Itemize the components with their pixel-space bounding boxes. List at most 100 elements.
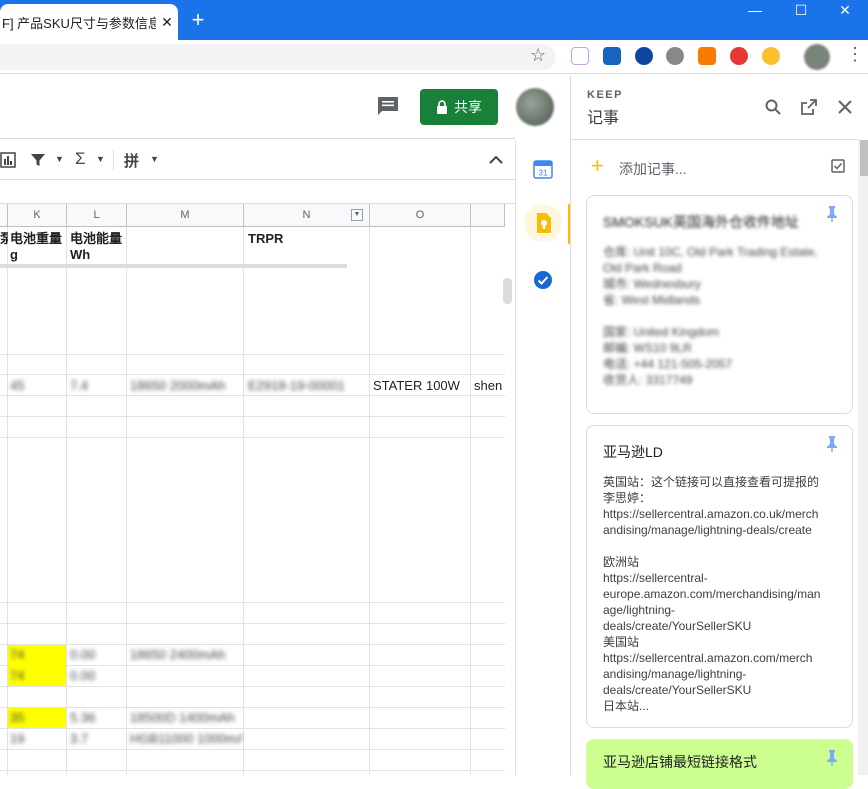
add-note-bar[interactable]: + 添加记事... bbox=[587, 153, 847, 179]
gridline bbox=[0, 354, 505, 355]
column-header-p[interactable] bbox=[471, 204, 505, 227]
extension-icon-3[interactable] bbox=[635, 47, 653, 65]
keep-scrollbar-thumb[interactable] bbox=[860, 140, 868, 176]
cell-p-row1[interactable]: shen bbox=[474, 378, 504, 394]
keep-divider bbox=[571, 139, 859, 140]
column-header-l[interactable]: L bbox=[67, 204, 127, 227]
new-list-icon[interactable] bbox=[831, 159, 845, 173]
gridline bbox=[0, 374, 505, 375]
input-tools-icon[interactable]: 拼 bbox=[124, 150, 139, 171]
spreadsheet-grid[interactable]: K L M N ▼ O 泵 电池重量 g 电池能量 Wh TRPR 45 7.4… bbox=[0, 204, 515, 775]
keep-icon bbox=[537, 213, 551, 233]
column-header-k[interactable]: K bbox=[8, 204, 67, 227]
bookmark-star-icon[interactable]: ☆ bbox=[530, 45, 546, 66]
comment-icon[interactable] bbox=[376, 95, 400, 117]
gridline bbox=[0, 416, 505, 417]
cell-m-row2[interactable]: 18650 2400mAh bbox=[130, 647, 242, 663]
note-title: 亚马逊LD bbox=[603, 444, 663, 460]
extension-icon-5[interactable] bbox=[698, 47, 716, 65]
side-panel-apps: 31 bbox=[515, 140, 571, 775]
filter-dropdown-icon[interactable]: ▼ bbox=[55, 154, 64, 164]
gridline bbox=[243, 227, 244, 775]
gridline bbox=[0, 602, 505, 603]
cell-m-row4[interactable]: 18500D 1400mAh bbox=[130, 710, 242, 726]
functions-dropdown-icon[interactable]: ▼ bbox=[96, 154, 105, 164]
column-header-o[interactable]: O bbox=[370, 204, 471, 227]
cell-k-row2[interactable]: 74 bbox=[10, 647, 24, 663]
keep-scrollbar-track bbox=[858, 140, 868, 775]
cell-k-row4[interactable]: 35 bbox=[10, 710, 24, 726]
keep-app-button[interactable] bbox=[524, 204, 562, 242]
extension-icon-7[interactable] bbox=[762, 47, 780, 65]
collapse-toolbar-icon[interactable] bbox=[488, 153, 504, 165]
maximize-button[interactable]: ☐ bbox=[778, 0, 824, 22]
functions-icon[interactable]: Σ bbox=[75, 149, 86, 169]
tasks-icon[interactable] bbox=[533, 270, 553, 290]
header-cell-trpr[interactable]: TRPR bbox=[248, 231, 368, 247]
account-avatar[interactable] bbox=[516, 88, 554, 126]
formula-bar[interactable] bbox=[0, 180, 515, 204]
grid-scrollbar[interactable] bbox=[503, 278, 512, 304]
gridline bbox=[0, 644, 505, 645]
keep-note[interactable]: 亚马逊LD 英国站：这个链接可以直接查看可提报的 李思婷： https://se… bbox=[586, 425, 853, 728]
share-button[interactable]: 共享 bbox=[420, 89, 498, 125]
input-tools-dropdown-icon[interactable]: ▼ bbox=[150, 154, 159, 164]
extension-icon-1[interactable] bbox=[571, 47, 589, 65]
browser-tab[interactable]: F] 产品SKU尺寸与参数信息 ✕ bbox=[0, 4, 178, 40]
cell-m-row5[interactable]: HGB11000 1000mAh bbox=[130, 731, 242, 747]
gridline bbox=[0, 437, 505, 438]
extension-icon-4[interactable] bbox=[666, 47, 684, 65]
pin-icon[interactable] bbox=[826, 750, 838, 766]
extension-icon-6[interactable] bbox=[730, 47, 748, 65]
tab-close-icon[interactable]: ✕ bbox=[156, 14, 178, 31]
profile-avatar[interactable] bbox=[804, 44, 830, 70]
minimize-button[interactable]: — bbox=[732, 0, 778, 22]
cell-o-row1[interactable]: STATER 100W bbox=[373, 378, 469, 394]
cell-l-row5[interactable]: 3.7 bbox=[70, 731, 88, 747]
keep-note[interactable]: SMOKSUK英国海外仓收件地址 仓库: Unit 10C, Old Park … bbox=[586, 195, 853, 414]
svg-text:31: 31 bbox=[539, 169, 548, 178]
gridline bbox=[126, 227, 127, 775]
cell-l-row1[interactable]: 7.4 bbox=[70, 378, 88, 394]
column-header-j[interactable] bbox=[0, 204, 8, 227]
gridline bbox=[0, 686, 505, 687]
more-menu-icon[interactable]: ⋮ bbox=[846, 44, 864, 65]
gridline bbox=[470, 227, 471, 775]
note-body: 英国站：这个链接可以直接查看可提报的 李思婷： https://sellerce… bbox=[603, 475, 821, 713]
cell-l-row4[interactable]: 5.36 bbox=[70, 710, 95, 726]
gridline bbox=[0, 707, 505, 708]
column-label-n: N bbox=[302, 209, 311, 221]
cell-k-row1[interactable]: 45 bbox=[10, 378, 24, 394]
close-icon[interactable] bbox=[838, 100, 852, 114]
chart-icon[interactable] bbox=[0, 152, 16, 168]
pin-icon[interactable] bbox=[826, 436, 838, 452]
cell-n-row1[interactable]: E2918-19-00001 bbox=[248, 378, 368, 394]
filter-icon[interactable] bbox=[30, 152, 46, 168]
cell-l-row3[interactable]: 0.00 bbox=[70, 668, 95, 684]
close-window-button[interactable]: ✕ bbox=[822, 0, 868, 22]
column-header-n[interactable]: N ▼ bbox=[244, 204, 370, 227]
frozen-row-divider[interactable] bbox=[0, 264, 347, 268]
header-cell-battery-weight[interactable]: 电池重量 g bbox=[10, 231, 66, 263]
gridline bbox=[0, 749, 505, 750]
keep-note[interactable]: 亚马逊店铺最短链接格式 bbox=[586, 739, 853, 789]
gridline bbox=[0, 770, 505, 771]
calendar-icon[interactable]: 31 bbox=[533, 159, 553, 179]
tab-title: F] 产品SKU尺寸与参数信息 bbox=[2, 15, 156, 31]
column-header-m[interactable]: M bbox=[127, 204, 244, 227]
cell-m-row1[interactable]: 18650 2000mAh bbox=[130, 378, 242, 394]
new-tab-button[interactable]: + bbox=[186, 8, 210, 32]
extension-icon-2[interactable] bbox=[603, 47, 621, 65]
filter-toggle-icon[interactable]: ▼ bbox=[351, 209, 363, 221]
cell-l-row2[interactable]: 0.00 bbox=[70, 647, 95, 663]
cell-k-row5[interactable]: 19 bbox=[10, 731, 24, 747]
note-title: 亚马逊店铺最短链接格式 bbox=[603, 754, 757, 770]
cell-k-row3[interactable]: 74 bbox=[10, 668, 24, 684]
address-bar[interactable] bbox=[0, 44, 556, 70]
gridline bbox=[0, 623, 505, 624]
note-title: SMOKSUK英国海外仓收件地址 bbox=[603, 214, 800, 230]
open-in-new-icon[interactable] bbox=[801, 99, 817, 115]
header-cell-j[interactable]: 泵 bbox=[0, 231, 8, 247]
header-cell-battery-energy[interactable]: 电池能量 Wh bbox=[70, 231, 126, 263]
search-icon[interactable] bbox=[765, 99, 781, 115]
